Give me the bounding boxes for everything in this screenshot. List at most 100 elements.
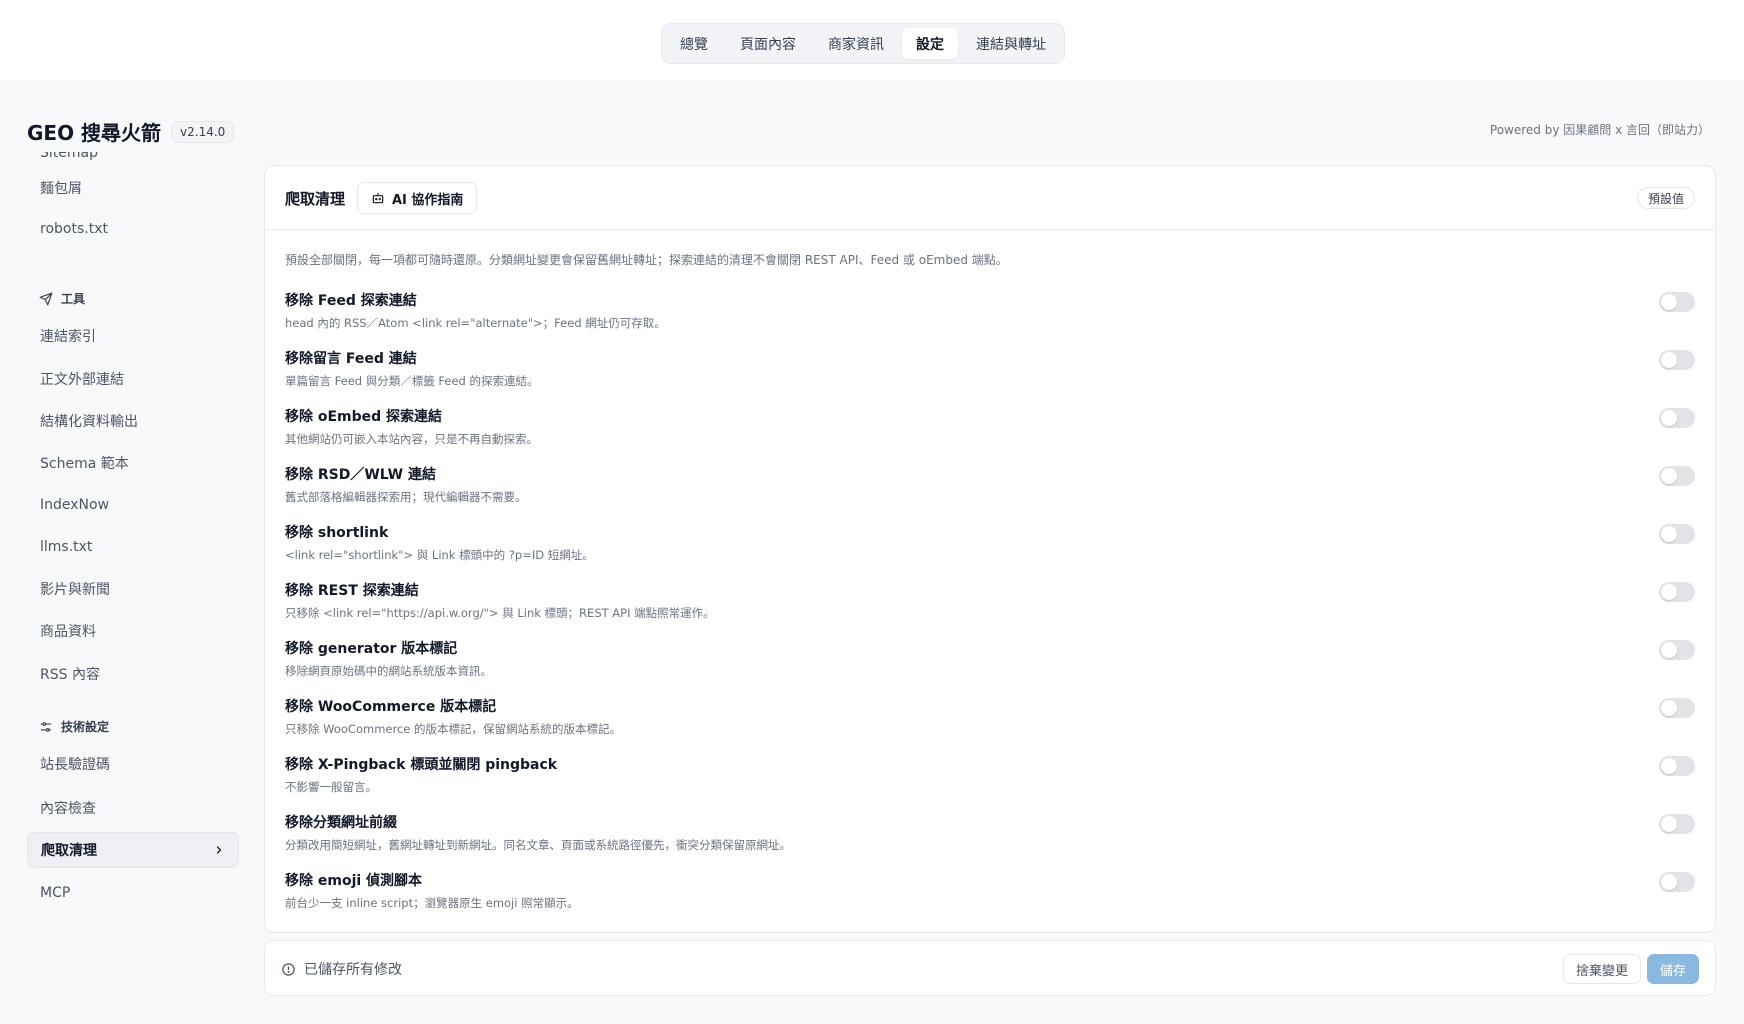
tab-business-info[interactable]: 商家資訊: [814, 28, 898, 59]
sidebar-item-link-index[interactable]: 連結索引: [27, 319, 239, 353]
toggle-knob: [1661, 874, 1677, 890]
sidebar-section-label: 技術設定: [61, 720, 110, 734]
option-title: 移除 REST 探索連結: [285, 583, 419, 599]
save-button[interactable]: 儲存: [1646, 954, 1699, 984]
info-circle-icon: [282, 962, 295, 976]
option-desc: 分類改用簡短網址，舊網址轉址到新網址。同名文章、頁面或系統路徑優先，衝突分類保留…: [285, 838, 791, 852]
option-row: 移除 WooCommerce 版本標記 只移除 WooCommerce 的版本標…: [285, 696, 1695, 740]
toggle-knob: [1661, 642, 1677, 658]
card-header: 爬取清理 AI 協作指南 預設值: [265, 166, 1715, 230]
option-toggle[interactable]: [1659, 350, 1695, 370]
sidebar-section-label: 工具: [61, 292, 86, 306]
option-title: 移除 shortlink: [285, 525, 389, 541]
sidebar-item-mcp[interactable]: MCP: [27, 876, 239, 910]
option-title: 移除 generator 版本標記: [285, 641, 458, 657]
option-title: 移除分類網址前綴: [285, 815, 397, 831]
option-title: 移除 Feed 探索連結: [285, 293, 417, 309]
main-tabs: 總覽 頁面內容 商家資訊 設定 連結與轉址: [661, 23, 1065, 64]
card-title: 爬取清理: [285, 190, 346, 208]
save-bar: 已儲存所有修改 捨棄變更 儲存: [264, 940, 1716, 996]
sidebar-item-sitemap[interactable]: Sitemap: [27, 152, 239, 170]
sidebar-item-crawl-cleanup[interactable]: 爬取清理: [27, 832, 239, 868]
sidebar-item-indexnow[interactable]: IndexNow: [27, 488, 239, 522]
option-desc: 移除網頁原始碼中的網站系統版本資訊。: [285, 664, 492, 678]
option-title: 移除 oEmbed 探索連結: [285, 409, 443, 425]
option-title: 移除 emoji 偵測腳本: [285, 873, 423, 889]
top-bar: 總覽 頁面內容 商家資訊 設定 連結與轉址: [0, 0, 1744, 80]
option-desc: 前台少一支 inline script；瀏覽器原生 emoji 照常顯示。: [285, 896, 579, 910]
option-desc: head 內的 RSS／Atom <link rel="alternate">；…: [285, 316, 666, 330]
option-desc: 只移除 <link rel="https://api.w.org/"> 與 Li…: [285, 606, 715, 620]
sidebar-item-content-check[interactable]: 內容檢查: [27, 791, 239, 825]
option-row: 移除 Feed 探索連結 head 內的 RSS／Atom <link rel=…: [285, 290, 1695, 334]
save-status-text: 已儲存所有修改: [304, 962, 402, 978]
option-row: 移除 REST 探索連結 只移除 <link rel="https://api.…: [285, 580, 1695, 624]
sidebar-item-product-data[interactable]: 商品資料: [27, 614, 239, 648]
tab-page-content[interactable]: 頁面內容: [726, 28, 810, 59]
option-desc: 單篇留言 Feed 與分類／標籤 Feed 的探索連結。: [285, 374, 539, 388]
option-title: 移除留言 Feed 連結: [285, 351, 417, 367]
tab-overview[interactable]: 總覽: [666, 28, 722, 59]
sidebar-item-video-news[interactable]: 影片與新聞: [27, 572, 239, 606]
brand: GEO 搜尋火箭 v2.14.0: [27, 117, 235, 146]
option-row: 移除 oEmbed 探索連結 其他網站仍可嵌入本站內容，只是不再自動探索。: [285, 406, 1695, 450]
app-title: GEO 搜尋火箭: [27, 121, 162, 145]
sidebar-item-llms[interactable]: llms.txt: [27, 530, 239, 564]
option-row: 移除 generator 版本標記 移除網頁原始碼中的網站系統版本資訊。: [285, 638, 1695, 682]
version-badge: v2.14.0: [171, 120, 235, 143]
sliders-icon: [40, 721, 52, 732]
option-row: 移除留言 Feed 連結 單篇留言 Feed 與分類／標籤 Feed 的探索連結…: [285, 348, 1695, 392]
sidebar-item-rss[interactable]: RSS 內容: [27, 657, 239, 691]
option-desc: 不影響一般留言。: [285, 780, 377, 794]
send-icon: [39, 292, 53, 305]
toggle-knob: [1661, 468, 1677, 484]
toggle-knob: [1661, 584, 1677, 600]
toggle-knob: [1661, 294, 1677, 310]
option-row: 移除 RSD／WLW 連結 舊式部落格編輯器探索用；現代編輯器不需要。: [285, 464, 1695, 508]
toggle-knob: [1661, 410, 1677, 426]
sidebar-item-label: 爬取清理: [41, 843, 97, 859]
sidebar-item-schema-templates[interactable]: Schema 範本: [27, 446, 239, 480]
option-desc: 其他網站仍可嵌入本站內容，只是不再自動探索。: [285, 432, 538, 446]
option-toggle[interactable]: [1659, 582, 1695, 602]
tab-settings[interactable]: 設定: [902, 28, 958, 59]
powered-by: Powered by 因果顧問 x 言回（即站力）: [1489, 123, 1710, 137]
sidebar-item-structured-data[interactable]: 結構化資料輸出: [27, 404, 239, 438]
toggle-knob: [1661, 816, 1677, 832]
option-toggle[interactable]: [1659, 408, 1695, 428]
save-status: 已儲存所有修改: [281, 959, 402, 979]
crawl-cleanup-card: 爬取清理 AI 協作指南 預設值 預設全部關閉，每一項都可隨時還原。分類網址變更…: [264, 165, 1716, 933]
toggle-knob: [1661, 758, 1677, 774]
ai-guide-label: AI 協作指南: [392, 192, 464, 208]
sidebar-item-verification[interactable]: 站長驗證碼: [27, 747, 239, 781]
discard-changes-button[interactable]: 捨棄變更: [1562, 954, 1641, 984]
option-toggle[interactable]: [1659, 756, 1695, 776]
sidebar: Sitemap 麵包屑 robots.txt 工具 連結索引 正文外部連結 結構…: [27, 152, 239, 1002]
option-desc: 舊式部落格編輯器探索用；現代編輯器不需要。: [285, 490, 527, 504]
sidebar-item-external-links[interactable]: 正文外部連結: [27, 362, 239, 396]
sidebar-item-breadcrumb[interactable]: 麵包屑: [27, 171, 239, 205]
option-toggle[interactable]: [1659, 872, 1695, 892]
option-row: 移除 shortlink <link rel="shortlink"> 與 Li…: [285, 522, 1695, 566]
option-title: 移除 RSD／WLW 連結: [285, 467, 436, 483]
option-toggle[interactable]: [1659, 814, 1695, 834]
toggle-knob: [1661, 700, 1677, 716]
option-toggle[interactable]: [1659, 466, 1695, 486]
option-row: 移除 emoji 偵測腳本 前台少一支 inline script；瀏覽器原生 …: [285, 870, 1695, 914]
default-values-button[interactable]: 預設值: [1636, 187, 1695, 209]
sidebar-section-tools: 工具: [39, 290, 85, 307]
option-title: 移除 X-Pingback 標頭並關閉 pingback: [285, 757, 558, 773]
sidebar-section-tech: 技術設定: [39, 718, 109, 735]
chevron-right-icon: [216, 846, 222, 854]
option-toggle[interactable]: [1659, 524, 1695, 544]
ai-guide-button[interactable]: AI 協作指南: [357, 182, 478, 214]
tab-links-redirects[interactable]: 連結與轉址: [962, 28, 1060, 59]
toggle-knob: [1661, 352, 1677, 368]
option-desc: 只移除 WooCommerce 的版本標記，保留網站系統的版本標記。: [285, 722, 621, 736]
toggle-knob: [1661, 526, 1677, 542]
intro-text: 預設全部關閉，每一項都可隨時還原。分類網址變更會保留舊網址轉址；探索連結的清理不…: [285, 253, 1008, 267]
option-toggle[interactable]: [1659, 640, 1695, 660]
sidebar-item-robots[interactable]: robots.txt: [27, 212, 239, 246]
option-toggle[interactable]: [1659, 698, 1695, 718]
option-toggle[interactable]: [1659, 292, 1695, 312]
